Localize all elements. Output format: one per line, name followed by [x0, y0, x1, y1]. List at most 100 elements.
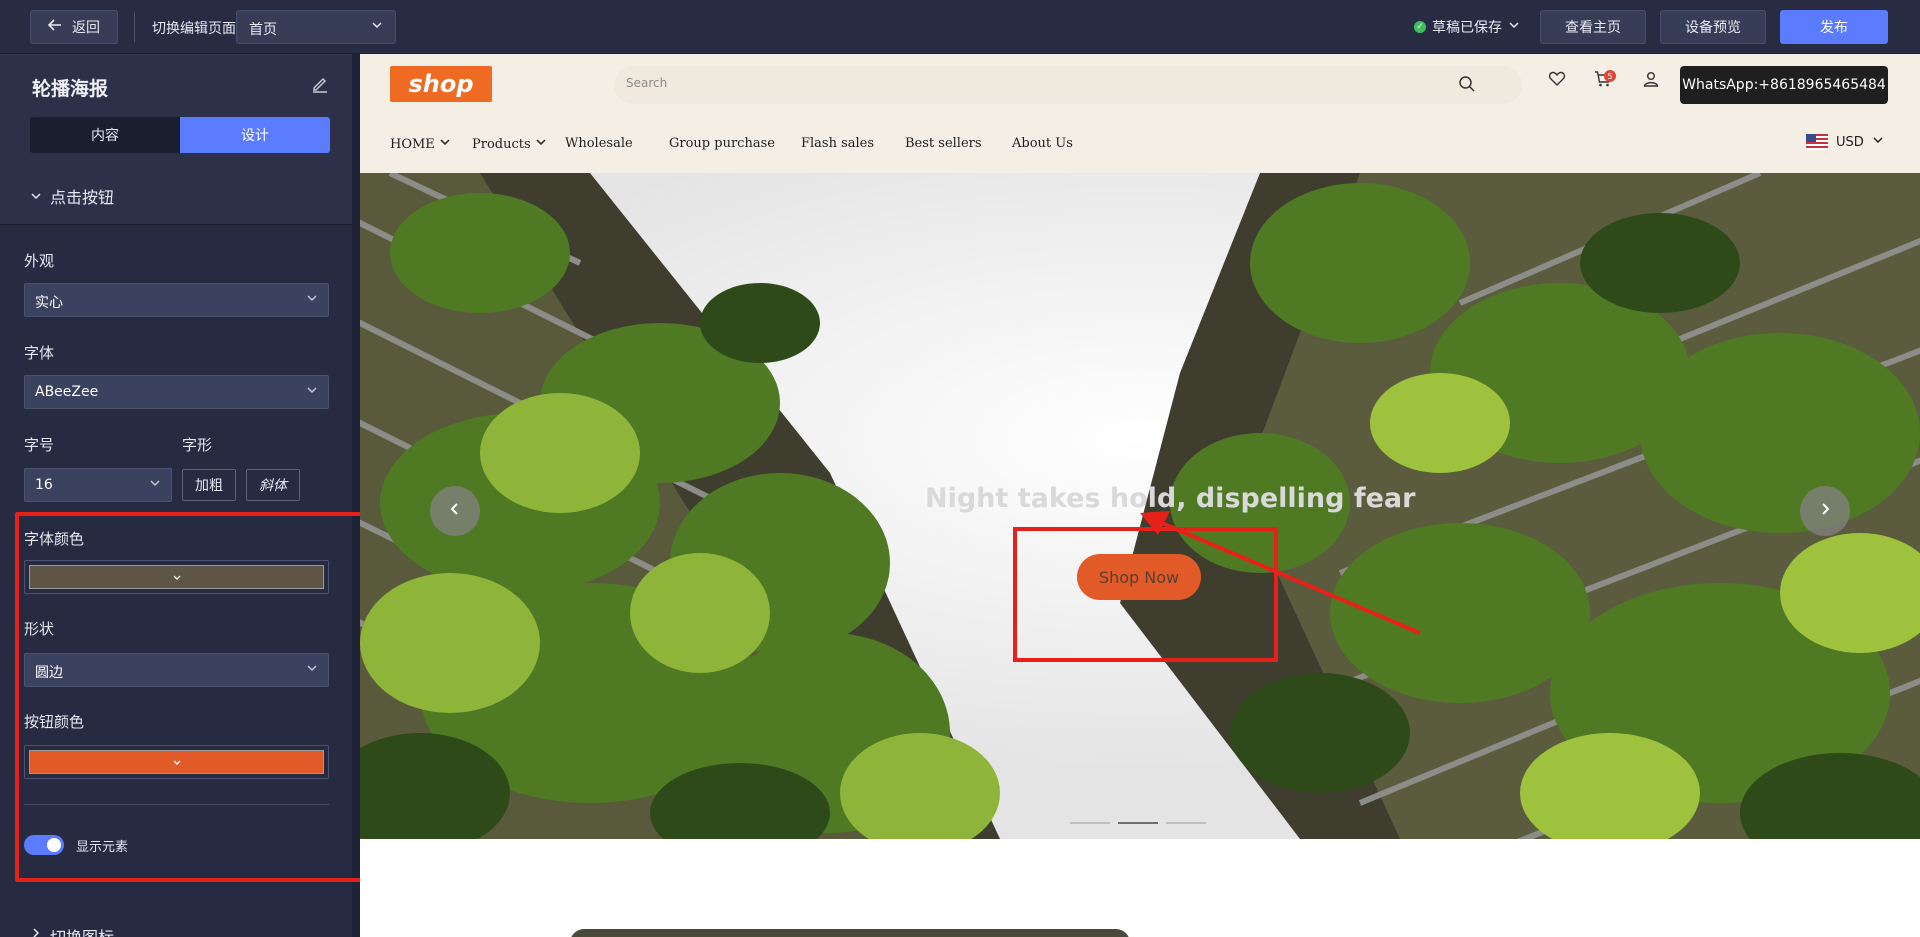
chevron-down-icon	[172, 568, 182, 587]
nav-label: Best sellers	[905, 136, 982, 151]
section-header-button[interactable]: 点击按钮	[30, 184, 114, 208]
section-label: 点击按钮	[50, 188, 115, 207]
button-color-picker[interactable]	[24, 745, 329, 779]
whatsapp-button[interactable]: WhatsApp:+8618965465484	[1680, 66, 1888, 104]
font-label: 字体	[24, 344, 55, 362]
nav-item-flash-sales[interactable]: Flash sales	[801, 136, 874, 151]
back-label: 返回	[72, 20, 100, 36]
font-style-label: 字形	[182, 436, 213, 454]
settings-panel: 轮播海报 内容 设计 点击按钮 外观 实心 字体 ABeeZee 字号 字形 1…	[0, 54, 360, 937]
panel-title: 轮播海报	[32, 78, 109, 100]
carousel-indicators	[1070, 822, 1206, 824]
currency-value: USD	[1836, 134, 1864, 150]
chevron-left-icon	[447, 501, 463, 521]
shape-select[interactable]: 圆边	[24, 653, 329, 687]
chevron-down-icon	[172, 753, 182, 772]
site-header: shop Search 5 WhatsApp:+8618965465484 HO…	[360, 54, 1920, 173]
nav-label: HOME	[390, 136, 435, 152]
carousel-dot[interactable]	[1070, 822, 1110, 824]
chevron-down-icon	[439, 136, 451, 152]
carousel-prev-button[interactable]	[430, 486, 480, 536]
shape-value: 圆边	[35, 665, 63, 681]
site-preview: shop Search 5 WhatsApp:+8618965465484 HO…	[360, 54, 1920, 937]
hero-carousel: Night takes hold, dispelling fear Shop N…	[360, 173, 1920, 839]
nav-item-about-us[interactable]: About Us	[1012, 136, 1073, 151]
chevron-down-icon	[30, 187, 42, 206]
nav-label: About Us	[1012, 136, 1073, 151]
chevron-down-icon	[149, 477, 161, 493]
appearance-label: 外观	[24, 252, 55, 270]
font-size-label: 字号	[24, 436, 55, 454]
italic-button[interactable]: 斜体	[246, 469, 300, 501]
nav-item-group-purchase[interactable]: Group purchase	[669, 136, 775, 151]
back-button[interactable]: 返回	[30, 10, 118, 44]
nav-item-home[interactable]: HOME	[390, 136, 451, 152]
appearance-select[interactable]: 实心	[24, 283, 329, 317]
font-color-label: 字体颜色	[24, 530, 85, 548]
carousel-dot[interactable]	[1166, 822, 1206, 824]
site-logo[interactable]: shop	[390, 66, 492, 102]
nav-item-best-sellers[interactable]: Best sellers	[905, 136, 982, 151]
shape-label: 形状	[24, 620, 55, 638]
chevron-right-icon	[30, 924, 42, 937]
page-select[interactable]: 首页	[236, 10, 396, 44]
device-preview-button[interactable]: 设备预览	[1660, 10, 1766, 44]
panel-header: 轮播海报 内容 设计 点击按钮	[0, 54, 352, 224]
section-header-switch-icon[interactable]: 切换图标	[30, 924, 114, 937]
nav-label: Flash sales	[801, 136, 875, 151]
tab-content[interactable]: 内容	[30, 117, 180, 153]
panel-divider	[0, 224, 352, 225]
nav-label: Group purchase	[669, 136, 775, 151]
font-size-value: 16	[35, 477, 53, 493]
page-select-value: 首页	[249, 22, 277, 38]
search-icon[interactable]	[1458, 75, 1476, 96]
nav-label: Wholesale	[565, 136, 633, 151]
search-input[interactable]: Search	[614, 66, 1522, 104]
hero-heading: Night takes hold, dispelling fear	[925, 483, 1416, 514]
cart-count-badge: 5	[1604, 70, 1616, 82]
font-color-picker[interactable]	[24, 560, 329, 594]
logo-text: shop	[408, 70, 474, 98]
font-size-select[interactable]: 16	[24, 468, 172, 502]
chevron-down-icon	[1508, 19, 1520, 35]
panel-separator	[24, 804, 329, 805]
button-color-swatch	[29, 750, 324, 774]
switch-page-label: 切换编辑页面	[152, 21, 236, 37]
editor-topbar: 返回 切换编辑页面 首页 ✓ 草稿已保存 查看主页 设备预览 发布	[0, 0, 1920, 54]
chevron-down-icon	[1872, 134, 1884, 150]
carousel-dot-active[interactable]	[1118, 822, 1158, 824]
nav-item-products[interactable]: Products	[472, 136, 547, 152]
edit-icon[interactable]	[310, 74, 330, 94]
chevron-down-icon	[306, 384, 318, 400]
us-flag-icon	[1806, 134, 1828, 150]
tab-design[interactable]: 设计	[180, 117, 330, 153]
nav-item-wholesale[interactable]: Wholesale	[565, 136, 633, 151]
button-color-label: 按钮颜色	[24, 713, 85, 731]
font-select[interactable]: ABeeZee	[24, 375, 329, 409]
heart-icon[interactable]	[1548, 70, 1566, 92]
chevron-down-icon	[306, 292, 318, 308]
carousel-next-button[interactable]	[1800, 486, 1850, 536]
show-element-label: 显示元素	[76, 840, 129, 855]
panel-scrollbar[interactable]	[352, 54, 360, 937]
view-home-button[interactable]: 查看主页	[1540, 10, 1646, 44]
next-section-label: 切换图标	[50, 924, 114, 937]
next-section-image	[570, 929, 1130, 937]
chevron-down-icon	[535, 136, 547, 152]
bold-button[interactable]: 加粗	[182, 469, 236, 501]
publish-button[interactable]: 发布	[1780, 10, 1888, 44]
appearance-value: 实心	[35, 295, 63, 311]
draft-status[interactable]: ✓ 草稿已保存	[1414, 17, 1520, 37]
chevron-right-icon	[1817, 501, 1833, 521]
show-element-toggle[interactable]	[24, 835, 64, 855]
arrow-left-icon	[47, 19, 62, 35]
font-color-swatch	[29, 565, 324, 589]
check-circle-icon: ✓	[1414, 21, 1426, 33]
chevron-down-icon	[371, 19, 383, 35]
currency-select[interactable]: USD	[1806, 134, 1884, 150]
panel-tabs: 内容 设计	[30, 117, 330, 153]
search-placeholder: Search	[626, 76, 668, 90]
font-value: ABeeZee	[35, 384, 99, 400]
annotation-highlight-button	[1013, 527, 1278, 662]
user-icon[interactable]	[1642, 70, 1660, 92]
